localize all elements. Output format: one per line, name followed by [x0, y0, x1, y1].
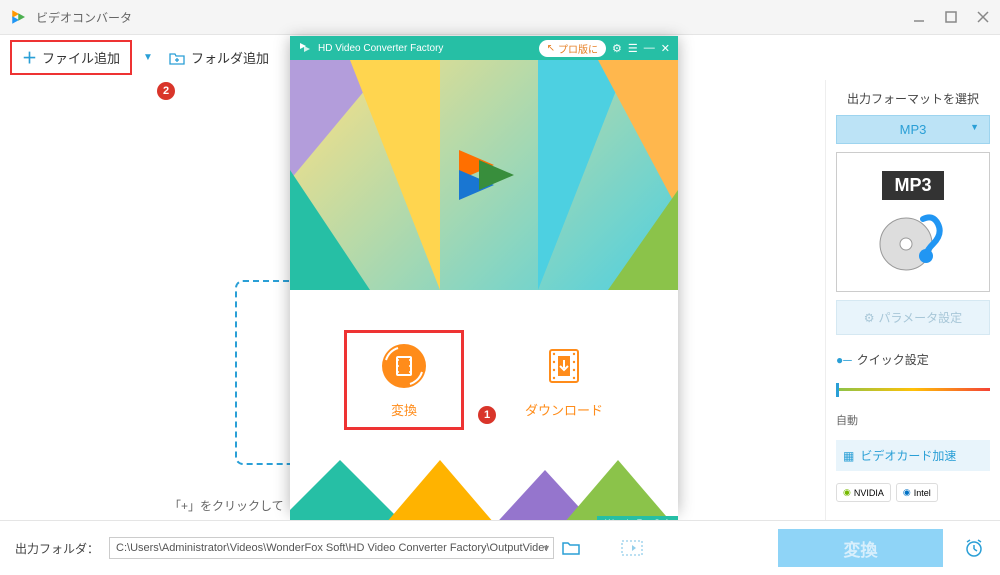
- alarm-icon[interactable]: [963, 537, 985, 559]
- settings-icon[interactable]: ⚙: [612, 42, 622, 55]
- path-dropdown-icon[interactable]: ▼: [542, 543, 551, 553]
- convert-tile[interactable]: 変換: [344, 330, 464, 430]
- minimize-icon[interactable]: [912, 10, 926, 24]
- gpu-badges: ◉NVIDIA ◉Intel: [836, 483, 990, 502]
- drop-hint-text: 「+」をクリックして: [169, 497, 284, 514]
- quick-settings-title: ●─ クイック設定: [836, 351, 990, 368]
- annotation-badge-1: 1: [478, 406, 496, 424]
- app-title: ビデオコンバータ: [36, 9, 912, 26]
- title-bar: ビデオコンバータ: [0, 0, 1000, 35]
- convert-button[interactable]: 変換: [778, 529, 943, 567]
- splash-dialog: HD Video Converter Factory ↖プロ版に ⚙ ☰ — ✕…: [290, 36, 678, 511]
- splash-title: HD Video Converter Factory: [318, 43, 533, 54]
- auto-label: 自動: [836, 412, 990, 428]
- convert-icon: [380, 342, 428, 390]
- splash-header: HD Video Converter Factory ↖プロ版に ⚙ ☰ — ✕: [290, 36, 678, 60]
- add-folder-button[interactable]: フォルダ追加: [161, 43, 277, 72]
- output-folder-label: 出力フォルダ：: [15, 540, 99, 557]
- output-format-title: 出力フォーマットを選択: [836, 90, 990, 107]
- output-path-input[interactable]: [109, 537, 554, 559]
- bottom-bar: 出力フォルダ： ▼ 変換: [0, 520, 1000, 575]
- intel-badge: ◉Intel: [896, 483, 938, 502]
- download-tile[interactable]: ダウンロード: [504, 330, 624, 430]
- quick-marker-icon: ●─: [836, 353, 852, 367]
- splash-logo-icon: [298, 41, 312, 55]
- app-logo-icon: [10, 8, 28, 26]
- merge-icon[interactable]: [621, 540, 643, 556]
- add-folder-label: フォルダ追加: [191, 48, 269, 67]
- splash-actions: 変換 ダウンロード: [290, 290, 678, 460]
- add-file-label: ファイル追加: [42, 48, 120, 67]
- plus-icon: ＋: [22, 47, 37, 68]
- gpu-accel-button[interactable]: ▦ ビデオカード加速: [836, 440, 990, 471]
- splash-banner: [290, 60, 678, 290]
- format-card[interactable]: MP3: [836, 152, 990, 292]
- menu-icon[interactable]: ☰: [628, 42, 638, 55]
- pro-upgrade-button[interactable]: ↖プロ版に: [539, 40, 606, 57]
- disc-icon: [878, 204, 948, 274]
- slider-handle[interactable]: [836, 383, 839, 397]
- add-file-dropdown-icon[interactable]: ▼: [143, 52, 153, 63]
- format-selector[interactable]: MP3: [836, 115, 990, 144]
- convert-label: 変換: [391, 400, 417, 419]
- nvidia-badge: ◉NVIDIA: [836, 483, 891, 502]
- browse-folder-icon[interactable]: [561, 540, 581, 556]
- parameter-settings-button[interactable]: ⚙パラメータ設定: [836, 300, 990, 335]
- splash-close-icon[interactable]: ✕: [661, 42, 670, 55]
- download-icon: [540, 342, 588, 390]
- sidebar: 出力フォーマットを選択 MP3 MP3 ⚙パラメータ設定 ●─ クイック設定 自…: [825, 80, 1000, 520]
- splash-minimize-icon[interactable]: —: [644, 42, 655, 54]
- maximize-icon[interactable]: [944, 10, 958, 24]
- banner-logo-icon: [444, 135, 524, 215]
- chip-icon: ▦: [843, 449, 854, 463]
- add-file-button[interactable]: ＋ ファイル追加: [10, 40, 132, 75]
- close-icon[interactable]: [976, 10, 990, 24]
- quality-slider[interactable]: [836, 380, 990, 400]
- window-controls: [912, 10, 990, 24]
- download-label: ダウンロード: [525, 400, 603, 419]
- folder-plus-icon: [169, 51, 185, 65]
- format-badge: MP3: [882, 171, 943, 200]
